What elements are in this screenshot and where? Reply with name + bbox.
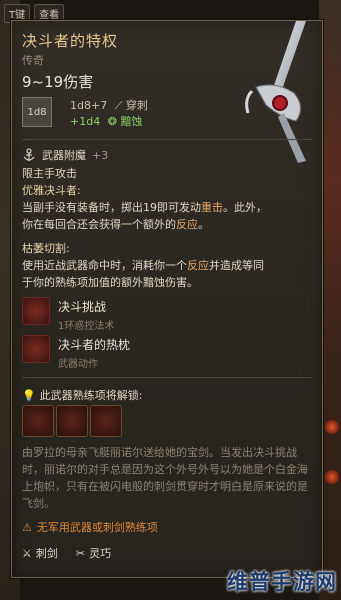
proficiency-warning: ⚠ 无军用武器或刺剑熟练项 <box>22 519 158 535</box>
pierce-icon: ⟋ <box>114 99 123 112</box>
unlock-header: 💡 此武器熟练项将解锁: <box>22 387 142 403</box>
warning-icon: ⚠ <box>22 520 32 534</box>
item-damage: 9~19伤害 <box>22 73 94 91</box>
crit-keyword: 重击 <box>201 201 223 214</box>
damage-base-type: 穿刺 <box>125 99 148 112</box>
tag-finesse: ✂ 灵巧 <box>76 545 111 561</box>
ability-sub: 武器动作 <box>58 359 98 370</box>
finesse-icon: ✂ <box>75 546 86 560</box>
unlock-slot-2[interactable] <box>56 405 88 437</box>
ability-name: 决斗者的热枕 <box>58 338 131 352</box>
ability-name: 决斗挑战 <box>58 300 107 314</box>
reaction-keyword-2: 反应 <box>187 259 209 272</box>
elegant-text-1: 当副手没有装备时，掷出19即可发动 <box>22 201 201 214</box>
enchant-row: 武器附魔 +3 <box>22 147 108 163</box>
damage-bonus-line: +1d4 ❂ 黯蚀 <box>70 113 142 129</box>
damage-base-line: 1d8+7 ⟋ 穿刺 <box>70 97 148 113</box>
lightbulb-icon: 💡 <box>22 388 36 402</box>
damage-bonus: +1d4 <box>70 115 101 128</box>
withered-cut-body: 使用近战武器命中时，消耗你一个反应并造成等同 于你的熟练项加值的额外黯蚀伤害。 <box>22 257 314 291</box>
weapon-tags: ⚔ 刺剑 ✂ 灵巧 <box>22 545 111 561</box>
anchor-icon <box>23 148 35 161</box>
elegant-duelist-head: 优雅决斗者: <box>22 184 81 197</box>
duelist-zeal-icon <box>22 335 50 363</box>
rapier-icon: ⚔ <box>22 546 32 560</box>
tag-rapier: ⚔ 刺剑 <box>22 545 58 561</box>
damage-base: 1d8+7 <box>70 99 108 112</box>
elegant-text-4: 。 <box>198 218 209 231</box>
ability-duel-challenge[interactable]: 决斗挑战 1环惑控法术 <box>22 297 114 332</box>
ability-sub: 1环惑控法术 <box>58 321 115 332</box>
item-tooltip: 决斗者的特权 传奇 9~19伤害 1d8 1d8+7 ⟋ 穿刺 +1d4 ❂ 黯… <box>11 20 323 578</box>
tag-label: 灵巧 <box>89 547 112 560</box>
lore-text: 由罗拉的母亲飞艇丽诺尔送给她的宝剑。当发出决斗挑战时，丽诺尔的对手总是因为这个外… <box>22 446 308 510</box>
offhand-restriction: 限主手攻击 <box>22 167 77 180</box>
enchant-label: 武器附魔 <box>42 149 86 162</box>
withered-cut-head: 枯萎切割: <box>22 242 70 255</box>
site-watermark: 维普手游网 <box>227 570 337 594</box>
dice-icon: 1d8 <box>22 97 52 127</box>
damage-bonus-type: 黯蚀 <box>120 115 143 128</box>
sword-illustration <box>245 21 306 163</box>
tag-label: 刺剑 <box>35 547 58 560</box>
elegant-duelist-body: 当副手没有装备时，掷出19即可发动重击。此外， 你在每回合还会获得一个额外的反应… <box>22 199 314 233</box>
withered-text-3: 于你的熟练项加值的额外黯蚀伤害。 <box>22 276 198 289</box>
elegant-text-3: 你在每回合还会获得一个额外的 <box>22 218 176 231</box>
unlock-slot-1[interactable] <box>22 405 54 437</box>
divider <box>22 139 312 140</box>
dice-icon-text: 1d8 <box>27 106 47 118</box>
elegant-text-2: 。此外， <box>223 201 267 214</box>
withered-text-1: 使用近战武器命中时，消耗你一个 <box>22 259 187 272</box>
item-name: 决斗者的特权 <box>22 32 119 50</box>
ability-duelist-zeal[interactable]: 决斗者的热枕 武器动作 <box>22 335 130 370</box>
ember-glow <box>325 470 339 484</box>
reaction-keyword: 反应 <box>176 218 198 231</box>
divider <box>22 377 312 378</box>
duel-challenge-icon <box>22 297 50 325</box>
enchant-value: +3 <box>92 148 109 162</box>
unlock-label: 此武器熟练项将解锁: <box>39 389 143 402</box>
withered-text-2: 并造成等同 <box>209 259 264 272</box>
ember-glow <box>325 420 339 434</box>
warning-text: 无军用武器或刺剑熟练项 <box>36 521 158 534</box>
item-rarity: 传奇 <box>22 54 44 67</box>
unlock-slot-3[interactable] <box>90 405 122 437</box>
necrotic-icon: ❂ <box>107 115 117 128</box>
